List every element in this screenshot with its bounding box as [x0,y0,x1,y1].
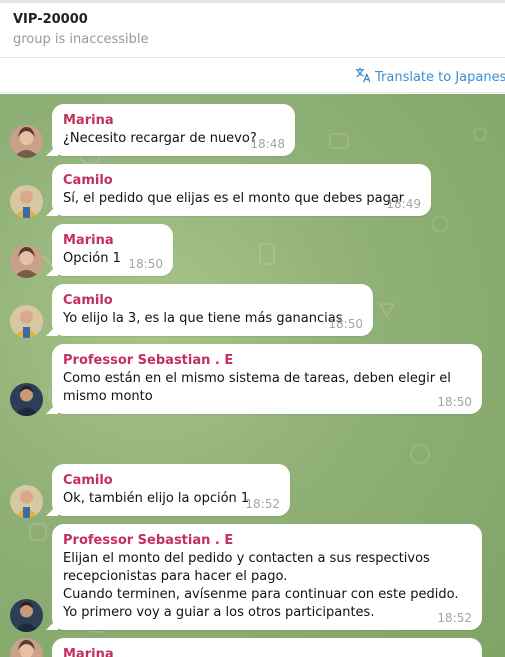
message-sender[interactable]: Camilo [63,172,420,190]
avatar-professor[interactable] [10,383,43,416]
avatar-camilo[interactable] [10,185,43,218]
message-time: 18:49 [386,197,421,211]
chat-messages[interactable]: Marina ¿Necesito recargar de nuevo? 18:4… [0,94,505,657]
translate-button[interactable]: Translate to Japanese [354,66,505,88]
message-sender[interactable]: Marina [63,232,162,250]
message-bubble: Marina ¿Necesito recargar de nuevo? 18:4… [52,104,295,156]
message-bubble: Camilo Yo elijo la 3, es la que tiene má… [52,284,373,336]
message-bubble: Professor Sebastian . E Elijan el monto … [52,524,482,630]
message-time: 18:52 [245,497,280,511]
avatar-professor[interactable] [10,599,43,632]
avatar-marina[interactable] [10,245,43,278]
message-time: 18:50 [128,257,163,271]
translate-label: Translate to Japanese [375,69,505,85]
chat-title[interactable]: VIP-20000 [13,12,88,27]
message-bubble: Marina [52,638,482,657]
message-bubble: Camilo Ok, también elijo la opción 1 18:… [52,464,290,516]
message-sender[interactable]: Marina [63,112,284,130]
message-sender[interactable]: Professor Sebastian . E [63,352,471,370]
chat-status: group is inaccessible [13,32,149,47]
translate-icon [354,66,372,88]
message-text: Como están en el mismo sistema de tareas… [63,371,455,404]
message-bubble: Professor Sebastian . E Como están en el… [52,344,482,414]
translate-bar: Translate to Japanese [0,58,505,93]
message-text: Yo elijo la 3, es la que tiene más ganan… [63,311,343,326]
message-time: 18:50 [437,395,472,409]
message-bubble: Camilo Sí, el pedido que elijas es el mo… [52,164,431,216]
message-text: Elijan el monto del pedido y contacten a… [63,551,459,620]
message-sender[interactable]: Professor Sebastian . E [63,532,471,550]
message-time: 18:50 [328,317,363,331]
avatar-camilo[interactable] [10,485,43,518]
message-sender[interactable]: Camilo [63,292,362,310]
message-sender[interactable]: Marina [63,646,471,657]
message-text: Sí, el pedido que elijas es el monto que… [63,191,405,206]
message-bubble: Marina Opción 1 18:50 [52,224,173,276]
chat-header[interactable]: VIP-20000 group is inaccessible [0,3,505,58]
message-time: 18:52 [437,611,472,625]
avatar-camilo[interactable] [10,305,43,338]
message-time: 18:48 [250,137,285,151]
avatar-marina[interactable] [10,125,43,158]
message-sender[interactable]: Camilo [63,472,279,490]
